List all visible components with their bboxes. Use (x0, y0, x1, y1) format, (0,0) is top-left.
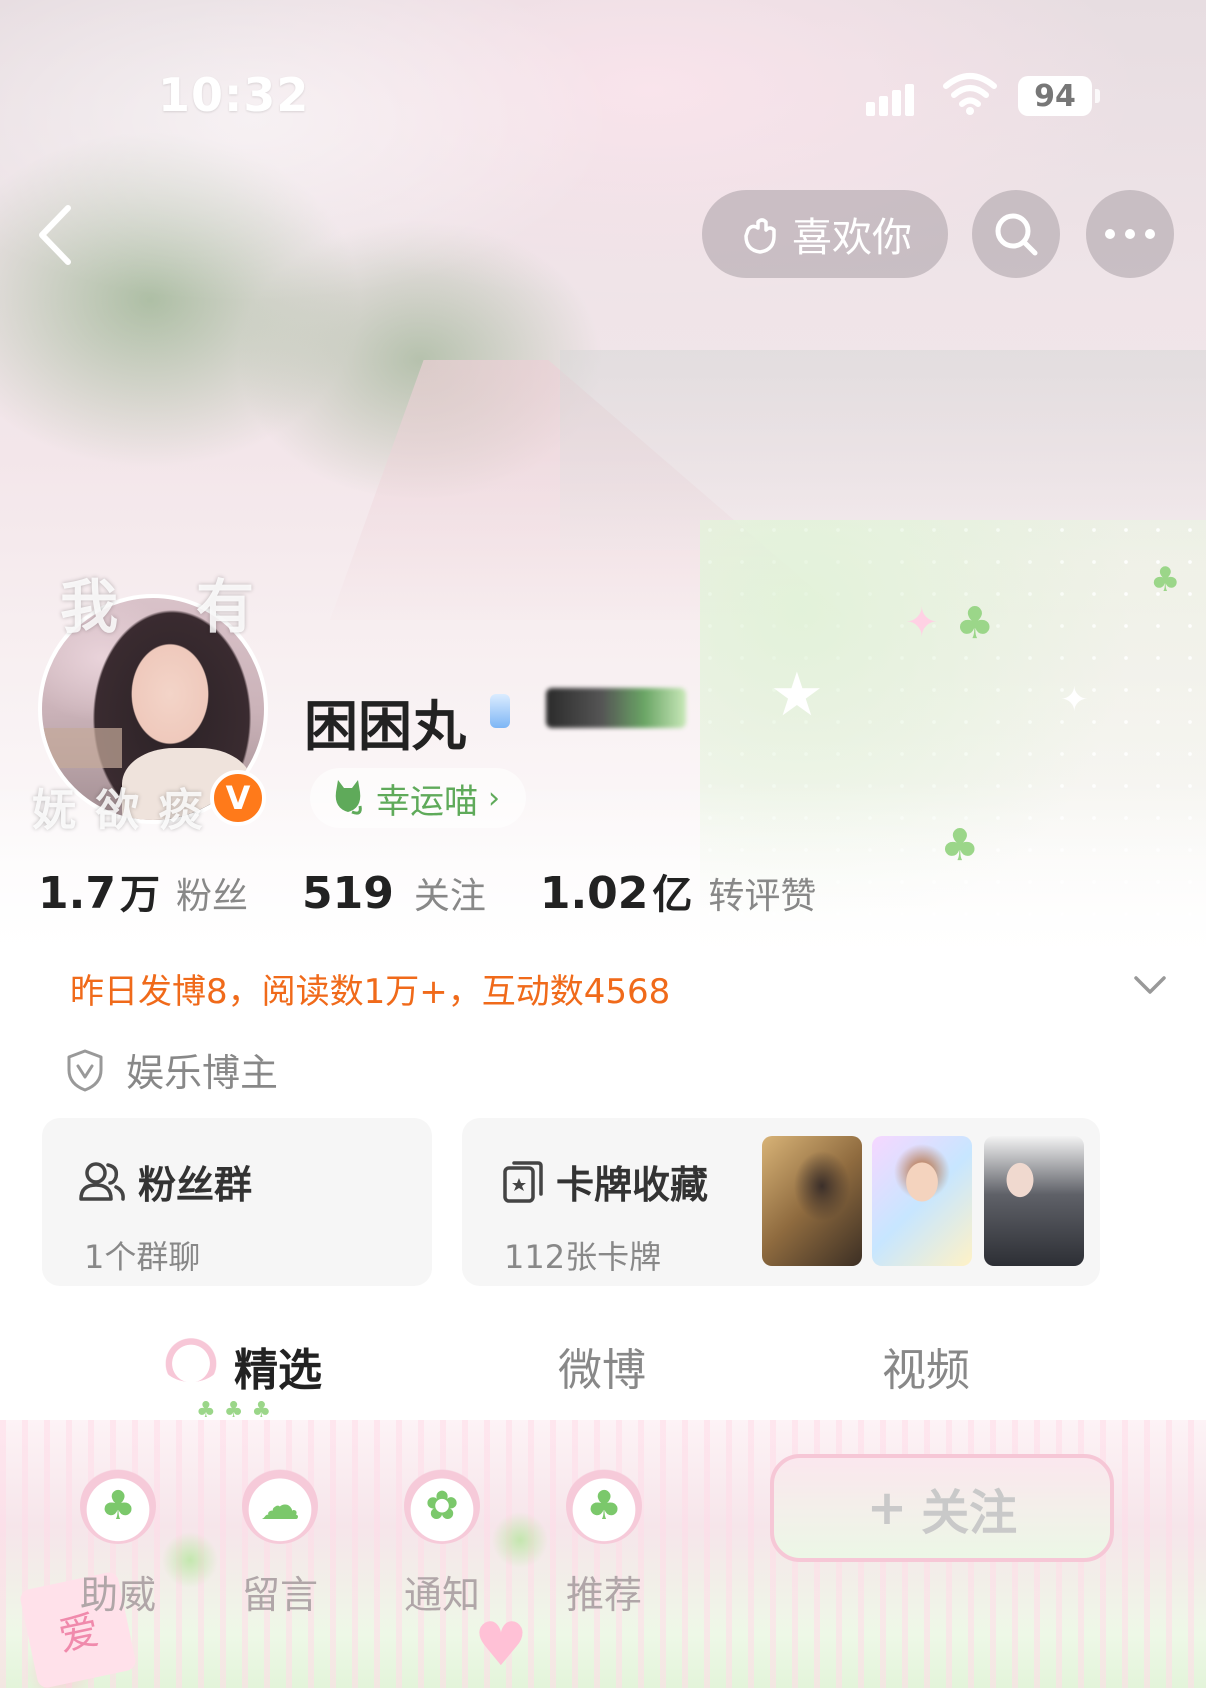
stat-number: 1.7 (38, 868, 116, 919)
message-button[interactable]: ☁ 留言 (220, 1468, 340, 1618)
like-you-button[interactable]: 喜欢你 (702, 190, 948, 278)
chevron-down-icon[interactable] (1130, 970, 1170, 1000)
star-icon: ★ (770, 660, 824, 730)
cheer-button[interactable]: ♣ 助威 (58, 1468, 178, 1618)
wifi-icon (943, 73, 997, 115)
sparkle-icon: ✦ (1060, 680, 1089, 720)
more-dots-icon (1105, 229, 1155, 239)
stat-label: 粉丝 (175, 876, 248, 917)
category-label: 娱乐博主 (126, 1051, 279, 1095)
card-icon (503, 1160, 543, 1203)
tab-weibo[interactable]: 微博 (558, 1334, 646, 1398)
cloud-icon (160, 1336, 222, 1382)
card-collection-count: 112张卡牌 (504, 1238, 662, 1276)
cheer-label: 助威 (79, 1573, 156, 1617)
profile-stats: 1.7 万 粉丝 519 关注 1.02 亿 转评赞 (38, 862, 870, 920)
avatar-background-rail (42, 728, 122, 768)
group-icon (79, 1161, 125, 1201)
clover-icon: ♣ (1150, 560, 1181, 600)
stat-label: 转评赞 (708, 876, 817, 917)
status-time: 10:32 (158, 68, 310, 122)
stat-number: 519 (301, 868, 394, 919)
obscured-badge (546, 688, 686, 728)
daily-summary[interactable]: 昨日发博8，阅读数1万+，互动数4568 (70, 964, 670, 1013)
fans-group-count: 1个群聊 (84, 1238, 201, 1276)
stat-unit: 万 (119, 872, 160, 918)
cellular-signal-icon (866, 78, 922, 116)
stat-following[interactable]: 519 关注 (302, 867, 486, 919)
plus-icon: + (866, 1480, 908, 1536)
notify-label: 通知 (403, 1573, 480, 1617)
battery-level: 94 (1034, 78, 1076, 114)
avatar-decoration-text: 有 (196, 573, 255, 641)
card-thumbnail[interactable] (872, 1136, 972, 1266)
cat-icon (335, 780, 362, 815)
tab-featured[interactable]: 精选 (234, 1334, 322, 1398)
chevron-right-icon: › (488, 780, 500, 816)
fans-group-label: 粉丝群 (138, 1163, 253, 1207)
follow-label: 关注 (921, 1485, 1018, 1541)
notify-button[interactable]: ✿ 通知 (382, 1468, 502, 1618)
recommend-button[interactable]: ♣ 推荐 (544, 1468, 664, 1618)
verified-badge: V (210, 770, 266, 826)
battery-indicator: 94 (1018, 76, 1100, 116)
cat-icon: ✿ (404, 1468, 480, 1544)
stat-number: 1.02 (539, 868, 649, 919)
cloud-icon: ☁ (242, 1468, 318, 1544)
search-button[interactable] (972, 190, 1060, 278)
heart-icon: ♥ (474, 1610, 528, 1680)
clover-icon: ♣ (566, 1468, 642, 1544)
follow-button[interactable]: + 关注 (770, 1454, 1114, 1562)
shield-icon (67, 1049, 103, 1091)
stat-unit: 亿 (652, 872, 693, 918)
stat-engagement[interactable]: 1.02 亿 转评赞 (540, 862, 817, 920)
avatar-decoration-text: 妩 欲 痰 (32, 785, 205, 836)
member-badge-icon[interactable] (490, 694, 510, 728)
lucky-cat-label: 幸运喵 (376, 781, 478, 822)
recommend-label: 推荐 (565, 1573, 642, 1617)
more-options-button[interactable] (1086, 190, 1174, 278)
fans-group-title: 粉丝群 (78, 1154, 252, 1209)
card-thumbnail[interactable] (762, 1136, 862, 1266)
back-arrow-icon[interactable] (32, 200, 82, 270)
stat-label: 关注 (413, 876, 486, 917)
card-collection-title: 卡牌收藏 (502, 1154, 708, 1209)
sparkle-icon: ✦ (905, 600, 939, 646)
search-icon (995, 213, 1038, 256)
fans-group-card[interactable]: 粉丝群 1个群聊 (42, 1118, 432, 1286)
message-label: 留言 (241, 1573, 318, 1617)
card-collection-label: 卡牌收藏 (556, 1163, 709, 1207)
clover-icon: ♣ (955, 598, 995, 649)
like-you-label: 喜欢你 (792, 215, 912, 261)
category-tag[interactable]: 娱乐博主 (66, 1042, 278, 1097)
tab-video[interactable]: 视频 (882, 1334, 970, 1398)
clover-icon: ♣ (80, 1468, 156, 1544)
lucky-cat-tag[interactable]: 幸运喵 › (310, 768, 526, 828)
avatar-decoration-text: 我 (60, 573, 119, 641)
heart-hand-icon (744, 218, 776, 254)
clover-icon: ♣ (940, 820, 980, 871)
card-thumbnail[interactable] (984, 1136, 1084, 1266)
stat-followers[interactable]: 1.7 万 粉丝 (38, 862, 248, 920)
username: 困困丸 (304, 695, 466, 758)
